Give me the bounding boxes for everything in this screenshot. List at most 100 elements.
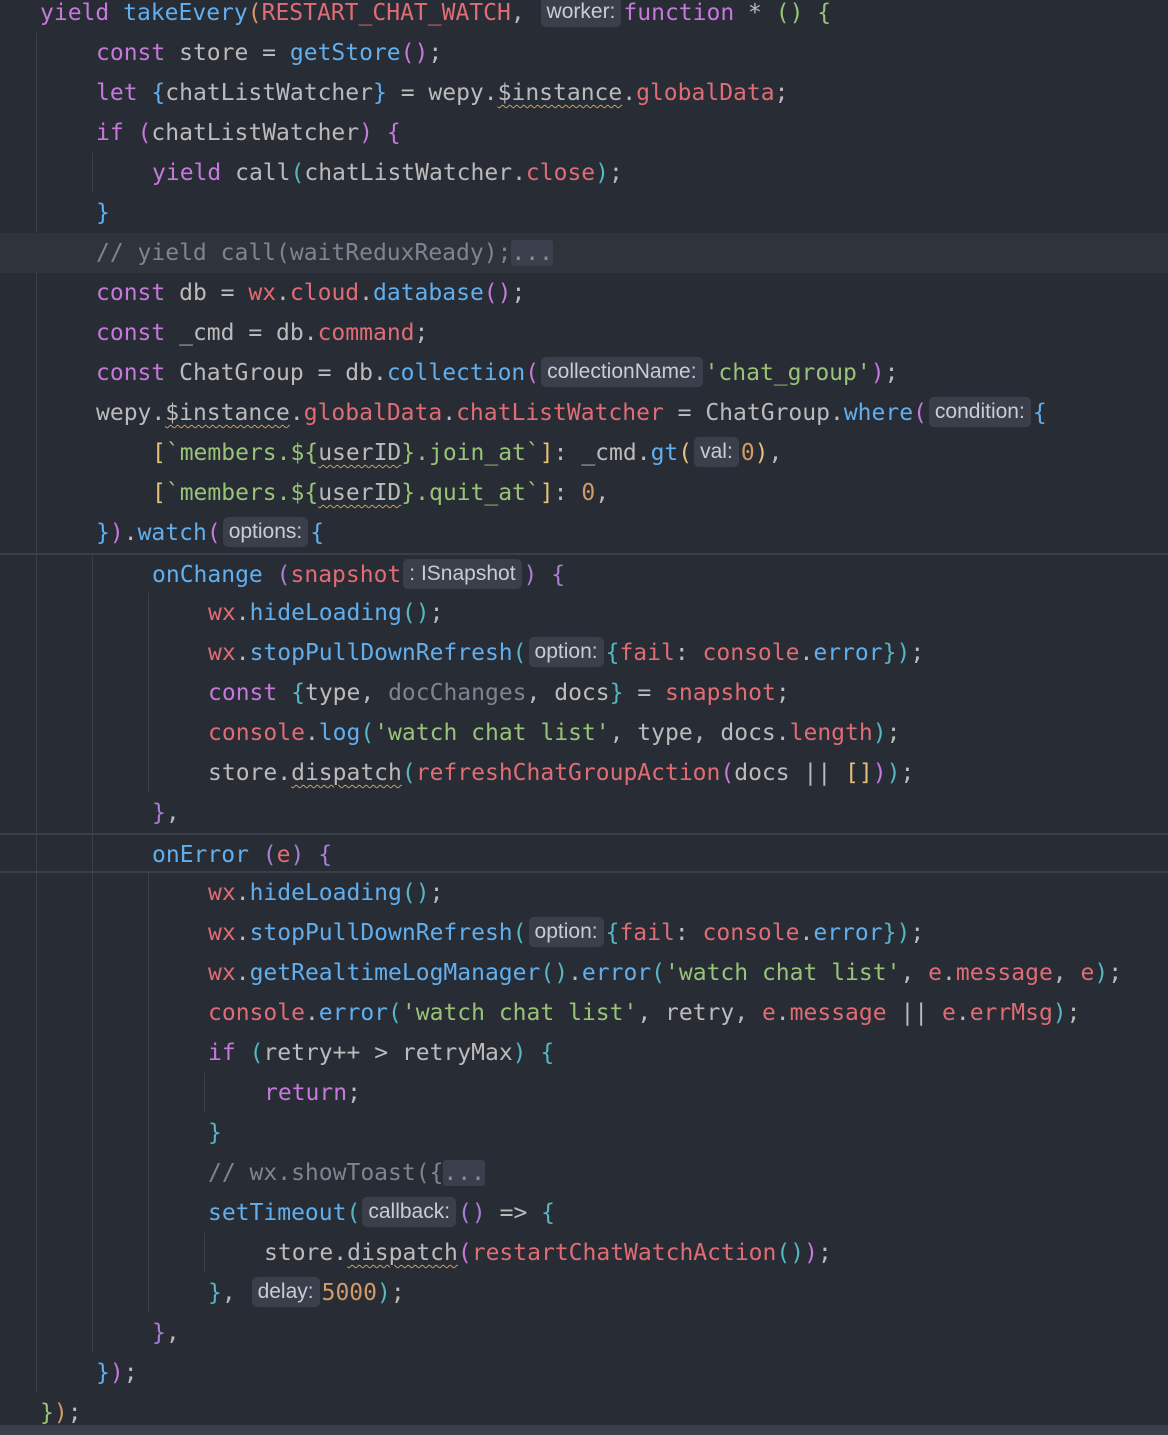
code-token: ; [910, 640, 925, 666]
code-token: errMsg [969, 1000, 1053, 1026]
code-token: }.quit_at` [401, 480, 540, 506]
code-token: wx [208, 640, 236, 666]
code-line: const db = wx.cloud.database(); [0, 273, 1168, 313]
code-line-content: if (chatListWatcher) { [96, 113, 401, 153]
code-token: const [96, 40, 166, 66]
code-token: ) [886, 760, 901, 786]
code-token: : [674, 920, 703, 946]
code-token: . [442, 400, 457, 426]
code-token: error [318, 1000, 389, 1026]
code-line: }).watch(options:{ [0, 513, 1168, 553]
code-token: e [761, 1000, 776, 1026]
code-token: close [525, 160, 596, 186]
code-token: . [799, 640, 814, 666]
code-token: `members.${ [165, 440, 319, 466]
code-token: RESTART_CHAT_WATCH [261, 0, 511, 26]
code-token: , [510, 0, 539, 26]
code-token: console [208, 720, 305, 746]
code-token: = ChatGroup. [663, 400, 844, 426]
code-line-content: }); [96, 1353, 138, 1393]
code-token: () [483, 280, 512, 306]
code-comment: // wx.showToast({ [208, 1160, 444, 1186]
code-token: globalData [636, 80, 775, 106]
code-token: chatListWatcher [165, 80, 373, 106]
code-line: wx.hideLoading(); [0, 873, 1168, 913]
code-token: ( [457, 1240, 472, 1266]
code-token: . [304, 1000, 319, 1026]
code-token: ; [414, 320, 429, 346]
code-line: yield takeEvery(RESTART_CHAT_WATCH, work… [0, 0, 1168, 33]
code-line: wx.hideLoading(); [0, 593, 1168, 633]
code-token: call [221, 160, 291, 186]
code-line: wx.getRealtimeLogManager().error('watch … [0, 953, 1168, 993]
code-token: ( [249, 1040, 264, 1066]
code-token: ) [109, 520, 124, 546]
code-token: . [276, 280, 290, 306]
code-token: fail [619, 640, 675, 666]
code-token: () [401, 600, 430, 626]
code-token: } [152, 1320, 166, 1346]
code-token: () [400, 40, 429, 66]
code-token: message [789, 1000, 887, 1026]
code-token: onChange [152, 562, 263, 588]
code-token: $instance [165, 400, 290, 426]
code-token: } [609, 680, 624, 706]
code-token: length [789, 720, 873, 746]
horizontal-scrollbar[interactable] [0, 1425, 1168, 1435]
code-token: log [318, 720, 361, 746]
code-token: snapshot [665, 680, 776, 706]
code-token: { [540, 1040, 555, 1066]
code-token: ( [360, 720, 375, 746]
code-line-content: [`members.${userID}.join_at`]: _cmd.gt(v… [152, 433, 782, 473]
code-line-content: }).watch(options:{ [96, 513, 324, 553]
code-line-content: yield call(chatListWatcher.close); [152, 153, 623, 193]
code-line: wx.stopPullDownRefresh(option: {fail: con… [0, 913, 1168, 953]
folded-region-marker: ... [443, 1160, 485, 1186]
code-token: chatListWatcher [151, 120, 360, 146]
inlay-parameter-hint: collectionName: [541, 357, 703, 387]
code-token: { [310, 520, 325, 546]
code-line-content: wx.hideLoading(); [208, 873, 443, 913]
code-token: let [96, 80, 138, 106]
code-token: , [165, 800, 180, 826]
code-line: yield call(chatListWatcher.close); [0, 153, 1168, 193]
code-token: ( [720, 760, 735, 786]
code-token: { [817, 0, 832, 26]
code-editor[interactable]: yield takeEvery(RESTART_CHAT_WATCH, work… [0, 0, 1168, 1435]
code-line: let {chatListWatcher} = wepy.$instance.g… [0, 73, 1168, 113]
code-line-content: } [96, 193, 110, 233]
code-token: ) [896, 640, 911, 666]
code-token: [] [845, 760, 873, 786]
code-token: } [96, 520, 110, 546]
code-token: getStore [289, 40, 401, 66]
code-line-content: wx.stopPullDownRefresh(option: {fail: con… [208, 913, 924, 953]
code-token: ; [1108, 960, 1123, 986]
code-token: wx [208, 920, 236, 946]
code-token: . [123, 520, 138, 546]
code-token: * [734, 0, 776, 26]
code-line-content: wx.hideLoading(); [208, 593, 443, 633]
folded-region-marker: ... [511, 240, 553, 266]
code-line-content: // yield call(waitReduxReady);... [96, 233, 553, 273]
code-token: ; [347, 1080, 361, 1106]
code-token: 'watch chat list' [374, 720, 610, 746]
code-token: 'watch chat list' [401, 1000, 638, 1026]
code-token: { [1032, 400, 1047, 426]
code-line: store.dispatch(refreshChatGroupAction(do… [0, 753, 1168, 793]
code-token: dispatch [291, 760, 402, 786]
code-token: database [373, 280, 484, 306]
code-token: ; [1066, 1000, 1081, 1026]
code-token: e [276, 842, 291, 868]
code-token: , [221, 1280, 250, 1306]
code-token: ) [1094, 960, 1109, 986]
code-token: ( [290, 160, 305, 186]
code-line: const store = getStore(); [0, 33, 1168, 73]
code-line: const _cmd = db.command; [0, 313, 1168, 353]
code-token: watch [137, 520, 207, 546]
code-comment: // yield call(waitReduxReady); [96, 240, 512, 266]
code-token: , retry, [637, 1000, 762, 1026]
code-token: } [882, 920, 897, 946]
code-token: { [151, 80, 166, 106]
